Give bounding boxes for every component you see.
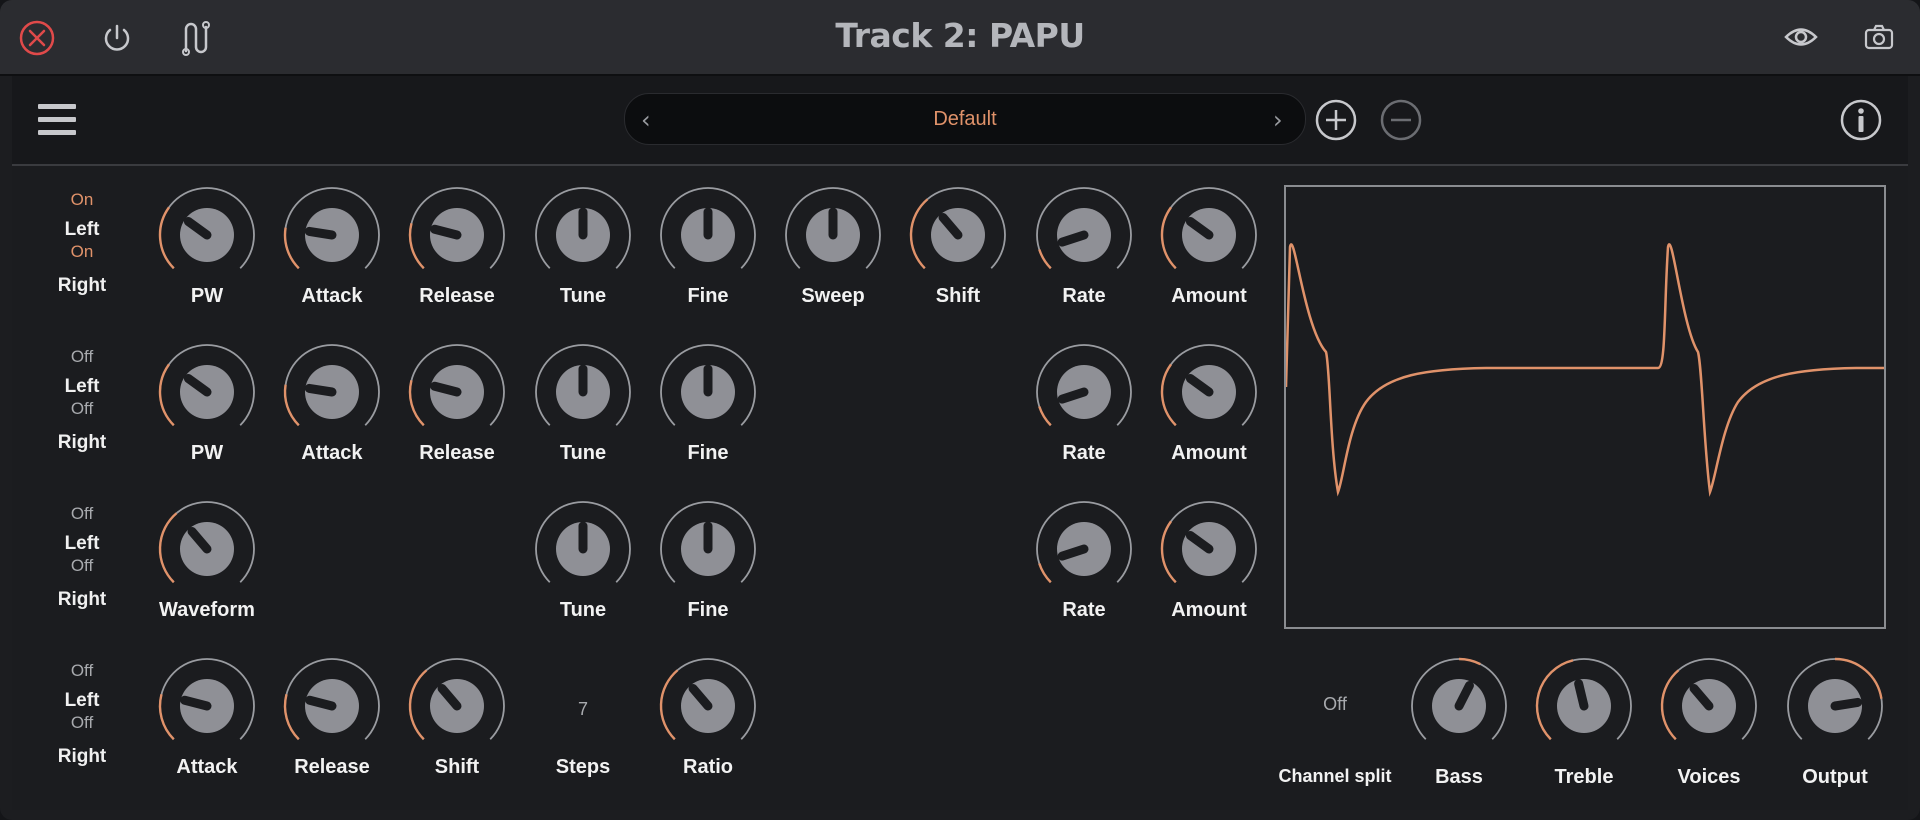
preset-name: Default bbox=[933, 108, 997, 130]
rate-knob[interactable] bbox=[1034, 185, 1134, 285]
right-state-toggle[interactable]: On bbox=[12, 242, 152, 262]
tune-knob[interactable] bbox=[533, 185, 633, 285]
left-label: Left bbox=[64, 376, 100, 397]
output-knob[interactable] bbox=[1785, 656, 1885, 756]
pw-label: PW bbox=[190, 285, 224, 307]
treble-label: Treble bbox=[1554, 766, 1614, 788]
fine-label: Fine bbox=[687, 599, 729, 621]
ratio-label: Ratio bbox=[683, 756, 733, 778]
release-knob[interactable] bbox=[407, 185, 507, 285]
waveform-label: Waveform bbox=[159, 599, 255, 621]
left-label: Left bbox=[64, 219, 100, 240]
shift-knob[interactable] bbox=[908, 185, 1008, 285]
rate-label: Rate bbox=[1062, 442, 1106, 464]
fine-label: Fine bbox=[687, 442, 729, 464]
pw-knob[interactable] bbox=[157, 185, 257, 285]
add-icon[interactable] bbox=[1314, 98, 1358, 142]
tune-label: Tune bbox=[559, 442, 607, 464]
attack-knob[interactable] bbox=[282, 185, 382, 285]
release-label: Release bbox=[419, 442, 495, 464]
left-label: Left bbox=[64, 690, 100, 711]
tune-knob[interactable] bbox=[533, 342, 633, 442]
treble-knob[interactable] bbox=[1534, 656, 1634, 756]
amount-label: Amount bbox=[1171, 442, 1247, 464]
main-panel: On Left On Right PW Attack Release Tune Fine Swee… bbox=[12, 166, 1908, 810]
release-knob[interactable] bbox=[282, 656, 382, 756]
left-state-toggle[interactable]: Off bbox=[12, 661, 152, 681]
window-title: Track 2: PAPU bbox=[835, 16, 1085, 55]
voices-label: Voices bbox=[1677, 766, 1741, 788]
plugin-window: Track 2: PAPU ‹ Default › On Left On Rig… bbox=[0, 0, 1920, 820]
rate-knob[interactable] bbox=[1034, 499, 1134, 599]
waveform-trace bbox=[1284, 243, 1884, 497]
steps-label: Steps bbox=[555, 756, 611, 778]
oscilloscope-display bbox=[1284, 185, 1886, 629]
attack-label: Attack bbox=[301, 442, 363, 464]
release-knob[interactable] bbox=[407, 342, 507, 442]
fine-label: Fine bbox=[687, 285, 729, 307]
shift-knob[interactable] bbox=[407, 656, 507, 756]
rate-label: Rate bbox=[1062, 599, 1106, 621]
channel-split-label: Channel split bbox=[1278, 766, 1392, 786]
pw-label: PW bbox=[190, 442, 224, 464]
info-icon[interactable] bbox=[1839, 98, 1883, 142]
steps-value[interactable]: 7 bbox=[520, 699, 646, 720]
amount-knob[interactable] bbox=[1159, 342, 1259, 442]
tune-label: Tune bbox=[559, 599, 607, 621]
output-label: Output bbox=[1802, 766, 1868, 788]
right-label: Right bbox=[57, 589, 107, 610]
right-state-toggle[interactable]: Off bbox=[12, 399, 152, 419]
fine-knob[interactable] bbox=[658, 342, 758, 442]
left-state-toggle[interactable]: Off bbox=[12, 504, 152, 524]
sweep-label: Sweep bbox=[801, 285, 865, 307]
left-state-toggle[interactable]: On bbox=[12, 190, 152, 210]
tune-knob[interactable] bbox=[533, 499, 633, 599]
shift-label: Shift bbox=[434, 756, 480, 778]
chevron-right-icon[interactable]: › bbox=[1273, 106, 1283, 134]
rate-label: Rate bbox=[1062, 285, 1106, 307]
release-label: Release bbox=[294, 756, 370, 778]
voices-knob[interactable] bbox=[1659, 656, 1759, 756]
rate-knob[interactable] bbox=[1034, 342, 1134, 442]
right-label: Right bbox=[57, 432, 107, 453]
ratio-knob[interactable] bbox=[658, 656, 758, 756]
bass-knob[interactable] bbox=[1409, 656, 1509, 756]
left-state-toggle[interactable]: Off bbox=[12, 347, 152, 367]
preset-selector[interactable]: ‹ Default › bbox=[624, 93, 1306, 145]
right-state-toggle[interactable]: Off bbox=[12, 556, 152, 576]
amount-label: Amount bbox=[1171, 285, 1247, 307]
title-bar: Track 2: PAPU bbox=[0, 0, 1920, 76]
fine-knob[interactable] bbox=[658, 499, 758, 599]
attack-knob[interactable] bbox=[282, 342, 382, 442]
release-label: Release bbox=[419, 285, 495, 307]
preset-toolbar: ‹ Default › bbox=[12, 76, 1908, 166]
amount-label: Amount bbox=[1171, 599, 1247, 621]
eye-icon[interactable] bbox=[1783, 24, 1819, 50]
right-label: Right bbox=[57, 275, 107, 296]
bass-label: Bass bbox=[1435, 766, 1483, 788]
right-state-toggle[interactable]: Off bbox=[12, 713, 152, 733]
camera-icon[interactable] bbox=[1864, 24, 1894, 50]
attack-label: Attack bbox=[301, 285, 363, 307]
attack-label: Attack bbox=[176, 756, 238, 778]
channel-split-toggle[interactable]: Off bbox=[1272, 694, 1398, 715]
fine-knob[interactable] bbox=[658, 185, 758, 285]
pw-knob[interactable] bbox=[157, 342, 257, 442]
remove-icon[interactable] bbox=[1379, 98, 1423, 142]
shift-label: Shift bbox=[935, 285, 981, 307]
waveform-knob[interactable] bbox=[157, 499, 257, 599]
amount-knob[interactable] bbox=[1159, 499, 1259, 599]
sweep-knob[interactable] bbox=[783, 185, 883, 285]
tune-label: Tune bbox=[559, 285, 607, 307]
right-label: Right bbox=[57, 746, 107, 767]
attack-knob[interactable] bbox=[157, 656, 257, 756]
left-label: Left bbox=[64, 533, 100, 554]
menu-icon[interactable] bbox=[36, 101, 78, 139]
amount-knob[interactable] bbox=[1159, 185, 1259, 285]
waveform-line bbox=[1284, 243, 1884, 497]
